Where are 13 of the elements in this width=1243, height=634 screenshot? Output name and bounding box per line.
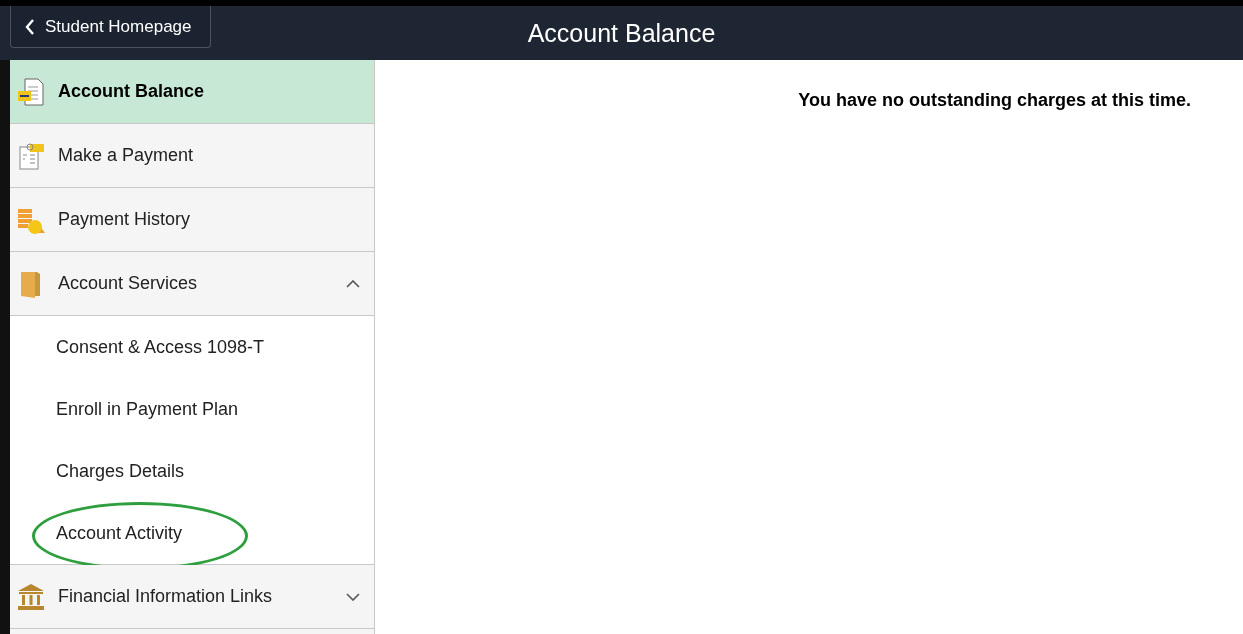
page-title: Account Balance [527, 18, 716, 47]
sidebar-subitem[interactable]: Consent & Access 1098-T [10, 316, 374, 378]
document-icon [16, 76, 46, 107]
sidebar-item[interactable]: Financial Information Links [10, 565, 374, 629]
form-icon [16, 140, 46, 171]
chevron-left-icon [25, 18, 35, 35]
bank-icon [16, 581, 46, 612]
back-button[interactable]: Student Homepage [10, 6, 211, 48]
sidebar-subitem[interactable]: Charges Details [10, 440, 374, 502]
sidebar-item[interactable]: Account Balance [10, 60, 374, 124]
status-message: You have no outstanding charges at this time. [798, 90, 1191, 111]
sidebar-subitem[interactable]: Enroll in Payment Plan [10, 378, 374, 440]
sidebar-subitem[interactable]: Account Activity [10, 502, 374, 565]
